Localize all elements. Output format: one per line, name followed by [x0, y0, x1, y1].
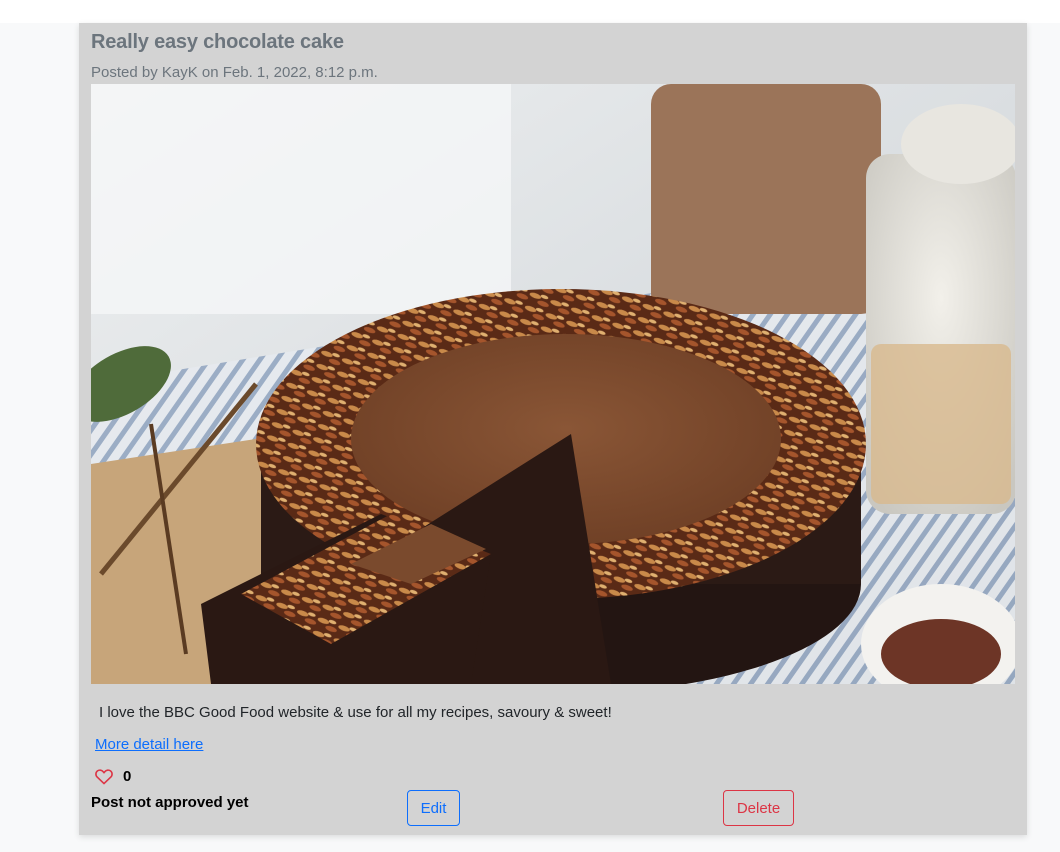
post-card: Really easy chocolate cake Posted by Kay…	[79, 23, 1027, 835]
heart-outline-icon[interactable]	[95, 768, 113, 785]
delete-button[interactable]: Delete	[723, 790, 794, 826]
like-count: 0	[123, 768, 132, 785]
edit-button[interactable]: Edit	[407, 790, 460, 826]
post-excerpt: I love the BBC Good Food website & use f…	[99, 704, 612, 721]
post-title: Really easy chocolate cake	[91, 31, 344, 53]
like-row: 0	[95, 768, 131, 785]
post-meta: Posted by KayK on Feb. 1, 2022, 8:12 p.m…	[91, 64, 378, 81]
more-detail-link[interactable]: More detail here	[95, 736, 203, 753]
approval-status: Post not approved yet	[91, 794, 249, 811]
post-image	[91, 84, 1015, 684]
